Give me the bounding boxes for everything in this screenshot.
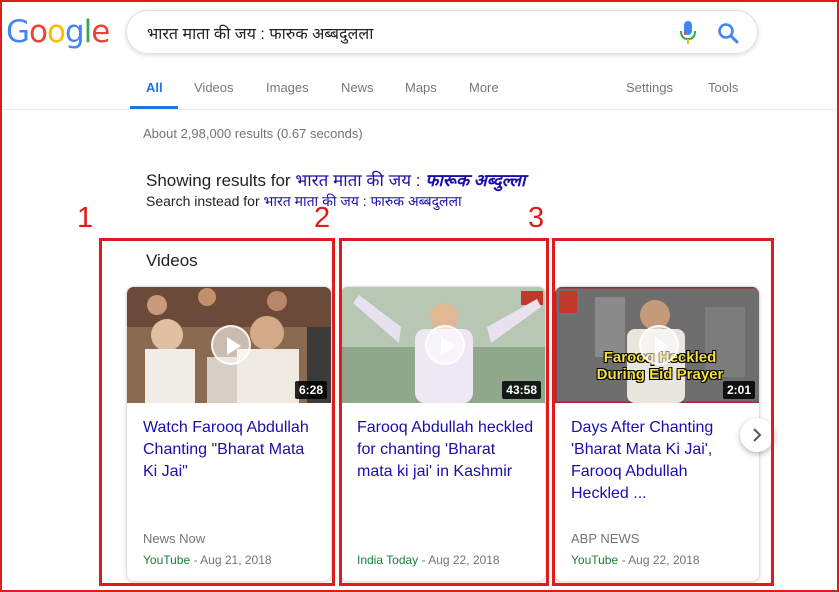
- tab-images[interactable]: Images: [266, 80, 309, 95]
- search-input[interactable]: भारत माता की जय : फारुक अब्बदुलला: [126, 10, 758, 54]
- corrected-query-plain[interactable]: भारत माता की जय :: [295, 171, 420, 190]
- tab-maps[interactable]: Maps: [405, 80, 437, 95]
- search-instead-for: Search instead for भारत माता की जय : फार…: [146, 192, 462, 211]
- active-tab-indicator: [130, 106, 178, 109]
- tab-videos[interactable]: Videos: [194, 80, 234, 95]
- instead-prefix: Search instead for: [146, 193, 260, 209]
- tab-settings[interactable]: Settings: [626, 80, 673, 95]
- search-query[interactable]: भारत माता की जय : फारुक अब्बदुलला: [147, 22, 373, 44]
- annotation-box-2: [339, 238, 549, 586]
- tab-tools[interactable]: Tools: [708, 80, 738, 95]
- corrected-query-bold[interactable]: फारूक अब्दुल्ला: [425, 171, 525, 190]
- tab-more[interactable]: More: [469, 80, 499, 95]
- tab-news[interactable]: News: [341, 80, 374, 95]
- annotation-number-3: 3: [528, 202, 545, 234]
- result-stats: About 2,98,000 results (0.67 seconds): [143, 126, 363, 141]
- annotation-number-1: 1: [77, 202, 94, 234]
- showing-results-for: Showing results for भारत माता की जय : फा…: [146, 168, 525, 191]
- annotation-number-2: 2: [314, 202, 331, 234]
- search-tabs: All Videos Images News Maps More Setting…: [0, 80, 839, 110]
- tab-all[interactable]: All: [146, 80, 163, 95]
- original-query-link[interactable]: भारत माता की जय : फारुक अब्बदुलला: [264, 193, 462, 209]
- annotation-box-1: [99, 238, 335, 586]
- google-logo[interactable]: Google: [6, 14, 110, 50]
- search-icon[interactable]: [717, 22, 739, 44]
- annotation-box-3: [552, 238, 774, 586]
- microphone-icon[interactable]: [680, 21, 696, 45]
- showing-prefix: Showing results for: [146, 171, 291, 190]
